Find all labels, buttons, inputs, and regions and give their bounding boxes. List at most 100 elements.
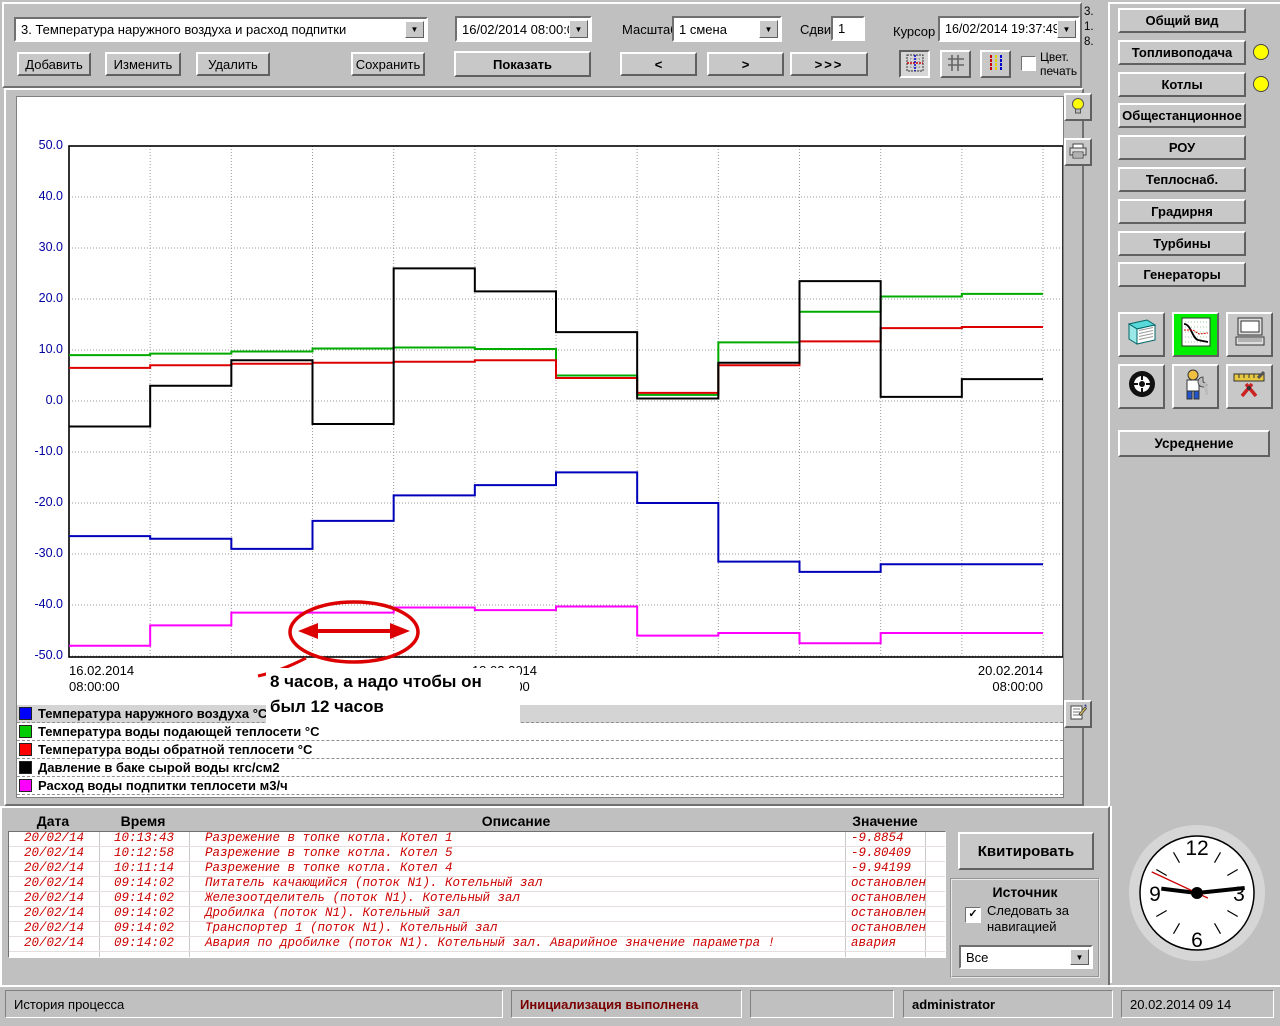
- pens-toggle-button[interactable]: [980, 50, 1011, 78]
- cursor-combo[interactable]: 16/02/2014 19:37:49 ▼: [938, 16, 1080, 42]
- y-tick-label: -20.0: [21, 495, 63, 509]
- chevron-down-icon[interactable]: ▼: [1057, 20, 1076, 38]
- event-log-row[interactable]: 20/02/1410:13:43 Разрежение в топке котла…: [9, 832, 945, 847]
- start-time-combo[interactable]: 16/02/2014 08:00:00 ▼: [455, 16, 592, 42]
- legend-row[interactable]: Температура наружного воздуха °C: [17, 705, 1063, 723]
- event-log-row[interactable]: 20/02/1409:14:02Железоотделитель (поток …: [9, 892, 945, 907]
- legend-row[interactable]: Температура воды подающей теплосети °C: [17, 723, 1063, 741]
- multi-pen-icon: [987, 54, 1005, 75]
- nav-button-7[interactable]: Градирня: [1118, 199, 1246, 224]
- start-time-value: 16/02/2014 08:00:00: [462, 22, 581, 37]
- trend-icon-button[interactable]: [1172, 312, 1219, 357]
- show-button[interactable]: Показать: [454, 51, 591, 77]
- version-strip: 3.1.8.: [1084, 5, 1106, 50]
- legend-edit-button[interactable]: [1064, 700, 1092, 728]
- chevron-down-icon[interactable]: ▼: [1070, 949, 1089, 965]
- follow-navigation-label: Следовать за навигацией: [987, 903, 1069, 935]
- cursor-grid-icon: [906, 54, 924, 75]
- nav-button-2[interactable]: Топливоподача: [1118, 40, 1246, 65]
- y-tick-label: 30.0: [21, 240, 63, 254]
- y-tick-label: -40.0: [21, 597, 63, 611]
- lock-icon: [1126, 368, 1158, 405]
- nav-button-8[interactable]: Турбины: [1118, 231, 1246, 256]
- event-log-row[interactable]: 20/02/1409:14:02Авария по дробилке (пото…: [9, 937, 945, 952]
- scale-combo[interactable]: 1 смена ▼: [672, 16, 782, 42]
- journal-icon: [1125, 316, 1159, 353]
- cursor-value: 16/02/2014 19:37:49: [945, 22, 1060, 36]
- event-date: 20/02/14: [9, 832, 99, 845]
- event-date: 20/02/14: [9, 937, 99, 950]
- step-forward-button[interactable]: >: [707, 52, 784, 76]
- scale-value: 1 смена: [679, 22, 727, 37]
- event-value: остановлен: [851, 907, 926, 920]
- log-header-desc: Описание: [188, 813, 844, 829]
- event-description: Транспортер 1 (поток N1). Котельный зал: [205, 922, 498, 935]
- cursor-grid-toggle-button[interactable]: [899, 50, 930, 78]
- event-log-row[interactable]: 20/02/1409:14:02Дробилка (поток N1). Кот…: [9, 907, 945, 922]
- annotation-text: 8 часов, а надо чтобы он был 12 часов: [266, 668, 520, 723]
- log-header-time: Время: [98, 813, 188, 829]
- status-empty: [750, 990, 894, 1018]
- nav-button-4[interactable]: Общестанционное: [1118, 103, 1246, 128]
- event-value: остановлен: [851, 892, 926, 905]
- event-description: Разрежение в топке котла. Котел 5: [205, 847, 453, 860]
- nav-button-1[interactable]: Общий вид: [1118, 8, 1246, 33]
- averaging-button[interactable]: Усреднение: [1118, 430, 1270, 457]
- color-print-checkbox[interactable]: [1021, 56, 1036, 71]
- nav-button-9[interactable]: Генераторы: [1118, 262, 1246, 287]
- event-time: 10:13:43: [99, 832, 189, 845]
- chevron-down-icon[interactable]: ▼: [759, 20, 778, 38]
- event-date: 20/02/14: [9, 862, 99, 875]
- plot-svg: [17, 97, 1063, 663]
- tools-icon-button[interactable]: [1226, 364, 1273, 409]
- lamp-button[interactable]: [1064, 93, 1092, 121]
- status-datetime: 20.02.2014 09 14: [1121, 990, 1274, 1018]
- event-log-row[interactable]: 20/02/1410:11:14Разрежение в топке котла…: [9, 862, 945, 877]
- nav-button-3[interactable]: Котлы: [1118, 72, 1246, 97]
- nav-button-6[interactable]: Теплоснаб.: [1118, 167, 1246, 192]
- legend-row[interactable]: Расход воды подпитки теплосети м3/ч: [17, 777, 1063, 795]
- nav-button-5[interactable]: РОУ: [1118, 135, 1246, 160]
- edit-button[interactable]: Изменить: [105, 52, 181, 76]
- shift-input[interactable]: 1: [831, 16, 865, 41]
- grid-toggle-button[interactable]: [940, 50, 971, 78]
- event-log-row[interactable]: 20/02/1409:14:02Питатель качающийся (пот…: [9, 877, 945, 892]
- analog-clock: 12 3 6 9: [1126, 822, 1268, 964]
- journal-icon-button[interactable]: [1118, 312, 1165, 357]
- event-description: Разрежение в топке котла. Котел 1: [205, 832, 453, 845]
- status-init: Инициализация выполнена: [511, 990, 742, 1018]
- event-value: -9.94199: [851, 862, 911, 875]
- event-time: 09:14:02: [99, 922, 189, 935]
- chevron-down-icon[interactable]: ▼: [405, 21, 424, 38]
- y-tick-label: -50.0: [21, 648, 63, 662]
- computer-icon: [1232, 316, 1268, 353]
- print-button[interactable]: [1064, 138, 1092, 166]
- save-button[interactable]: Сохранить: [351, 52, 425, 76]
- event-description: Железоотделитель (поток N1). Котельный з…: [205, 892, 520, 905]
- computer-icon-button[interactable]: [1226, 312, 1273, 357]
- trend-chart[interactable]: 50.040.030.020.010.00.0-10.0-20.0-30.0-4…: [16, 96, 1064, 798]
- source-filter-select[interactable]: Все ▼: [959, 945, 1093, 969]
- legend-row[interactable]: Давление в баке сырой воды кгс/см2: [17, 759, 1063, 777]
- add-button[interactable]: Добавить: [17, 52, 91, 76]
- chevron-down-icon[interactable]: ▼: [569, 20, 588, 38]
- event-log-row[interactable]: 20/02/1409:14:02Транспортер 1 (поток N1)…: [9, 922, 945, 937]
- legend-swatch: [19, 725, 32, 738]
- trend-select[interactable]: 3. Температура наружного воздуха и расхо…: [14, 17, 428, 42]
- x-tick-label: 20.02.201408:00:00: [913, 663, 1043, 695]
- event-value: -9.80409: [851, 847, 911, 860]
- legend-swatch: [19, 707, 32, 720]
- follow-navigation-checkbox[interactable]: ✓: [965, 907, 981, 923]
- legend-label: Расход воды подпитки теплосети м3/ч: [38, 778, 288, 793]
- event-log-row[interactable]: 20/02/1410:12:58Разрежение в топке котла…: [9, 847, 945, 862]
- lock-icon-button[interactable]: [1118, 364, 1165, 409]
- fast-forward-button[interactable]: >>>: [790, 52, 868, 76]
- service-icon-button[interactable]: [1172, 364, 1219, 409]
- event-log-table[interactable]: 20/02/1410:13:43Разрежение в топке котла…: [8, 831, 946, 958]
- acknowledge-button[interactable]: Квитировать: [958, 832, 1094, 870]
- status-context: История процесса: [5, 990, 503, 1018]
- log-header-date: Дата: [8, 813, 98, 829]
- legend-row[interactable]: Температура воды обратной теплосети °C: [17, 741, 1063, 759]
- step-back-button[interactable]: <: [620, 52, 697, 76]
- delete-button[interactable]: Удалить: [196, 52, 270, 76]
